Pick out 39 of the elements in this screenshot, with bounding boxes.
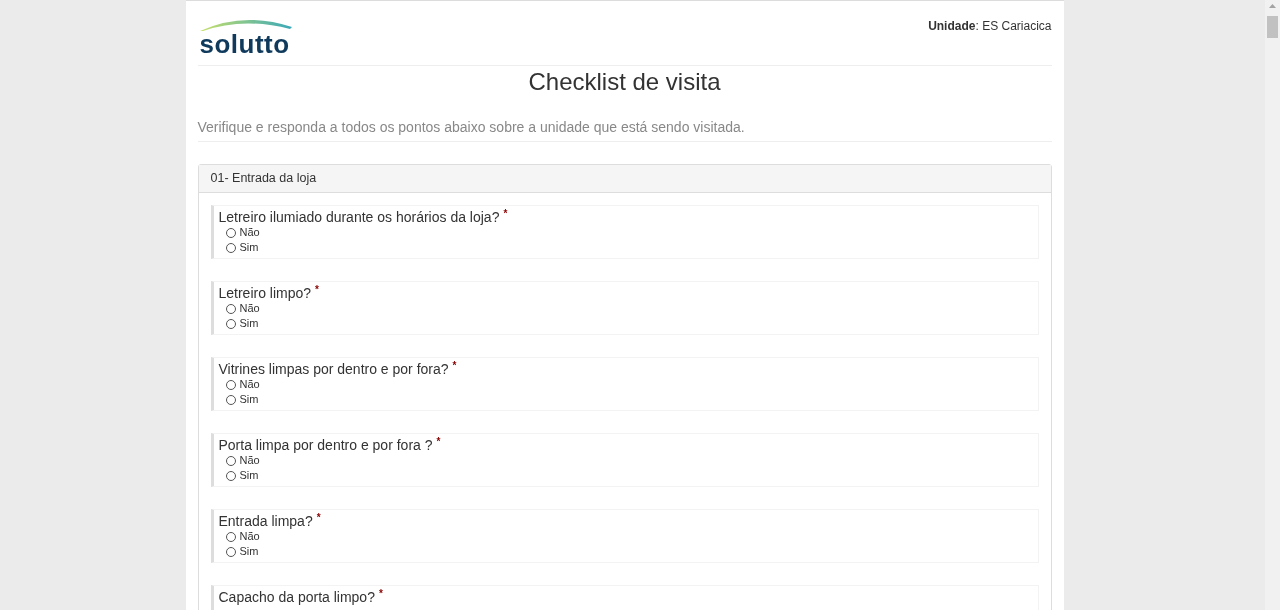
required-mark: * [315, 285, 319, 295]
scrollbar-thumb[interactable] [1267, 16, 1278, 38]
question-text: Capacho da porta limpo? [218, 589, 375, 605]
radio-button[interactable] [225, 242, 236, 253]
option-label: Sim [239, 316, 259, 332]
option-label: Sim [239, 392, 259, 408]
page-subtitle: Verifique e responda a todos os pontos abaixo sobre a unidade que está sendo visitada. [197, 118, 746, 137]
radio-button[interactable] [225, 455, 236, 466]
radio-button[interactable] [225, 470, 236, 481]
radio-button[interactable] [225, 394, 236, 405]
option-label: Não [239, 301, 260, 317]
unit-label: Unidade: ES Cariacica [928, 18, 1052, 35]
required-mark: * [316, 513, 321, 523]
required-mark: * [452, 361, 457, 371]
logo: solutto [197, 17, 294, 57]
required-mark: * [503, 209, 508, 219]
radio-button[interactable] [225, 303, 236, 314]
option-label: Não [239, 529, 260, 545]
question-text: Letreiro limpo? [218, 285, 312, 301]
option-label: Sim [239, 468, 259, 484]
section-heading: 01- Entrada da loja [210, 170, 317, 188]
option-label: Sim [239, 240, 259, 256]
required-mark: * [378, 589, 383, 599]
page-title: Checklist de visita [527, 68, 722, 96]
question-text: Vitrines limpas por dentro e por fora? [218, 361, 449, 377]
question-text: Entrada limpa? [218, 513, 313, 529]
radio-button[interactable] [225, 546, 236, 557]
option-label: Não [239, 225, 260, 241]
radio-button[interactable] [225, 379, 236, 390]
option-label: Não [239, 453, 260, 469]
option-label: Não [239, 377, 260, 393]
radio-button[interactable] [225, 227, 236, 238]
question-text: Letreiro ilumiado durante os horários da loja? [218, 209, 500, 225]
scrollbar[interactable] [1265, 0, 1280, 610]
question-text: Porta limpa por dentro e por fora ? [218, 437, 433, 453]
radio-button[interactable] [225, 531, 236, 542]
option-label: Sim [239, 544, 259, 560]
required-mark: * [436, 437, 441, 447]
radio-button[interactable] [225, 318, 236, 329]
